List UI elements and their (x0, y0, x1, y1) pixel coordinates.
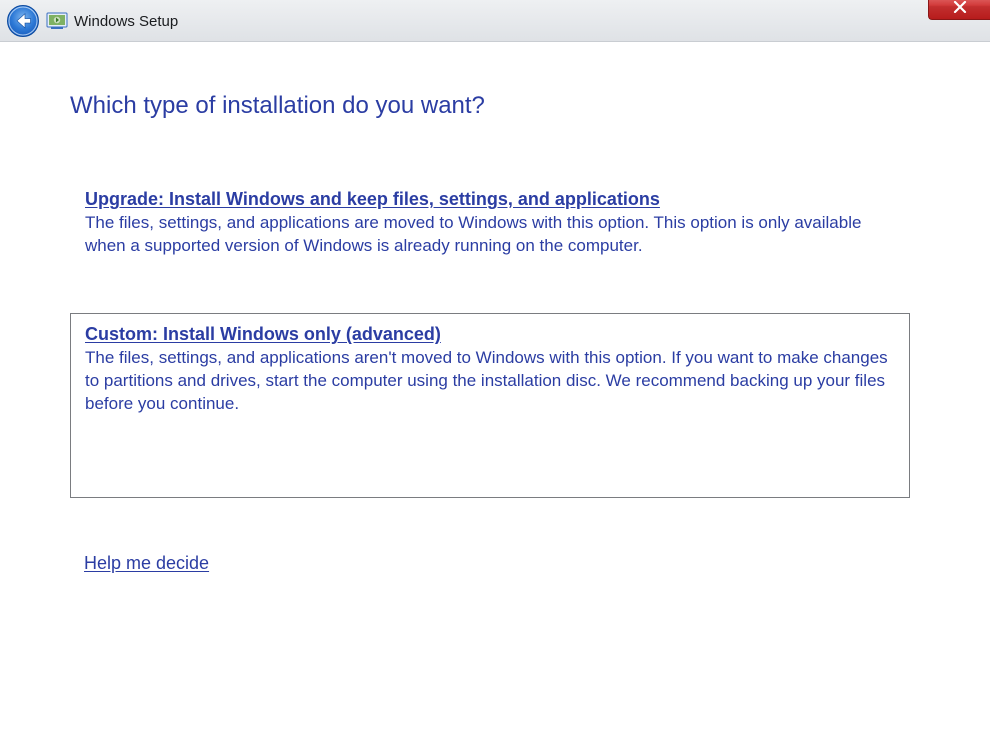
windows-setup-icon (46, 10, 68, 32)
installation-question: Which type of installation do you want? (70, 92, 920, 120)
back-button[interactable] (6, 4, 40, 38)
window-title: Windows Setup (74, 12, 178, 30)
option-custom[interactable]: Custom: Install Windows only (advanced) … (70, 313, 910, 498)
close-icon (953, 1, 967, 13)
option-upgrade[interactable]: Upgrade: Install Windows and keep files,… (70, 178, 910, 273)
option-custom-title: Custom: Install Windows only (advanced) (85, 322, 895, 347)
option-custom-desc: The files, settings, and applications ar… (85, 347, 895, 416)
option-upgrade-desc: The files, settings, and applications ar… (85, 212, 895, 258)
back-arrow-icon (6, 4, 40, 38)
options-list: Upgrade: Install Windows and keep files,… (70, 178, 910, 574)
close-button[interactable] (928, 0, 990, 20)
content-area: Which type of installation do you want? … (0, 42, 990, 574)
help-me-decide-link[interactable]: Help me decide (84, 553, 209, 574)
titlebar: Windows Setup (0, 0, 990, 42)
option-upgrade-title: Upgrade: Install Windows and keep files,… (85, 187, 895, 212)
